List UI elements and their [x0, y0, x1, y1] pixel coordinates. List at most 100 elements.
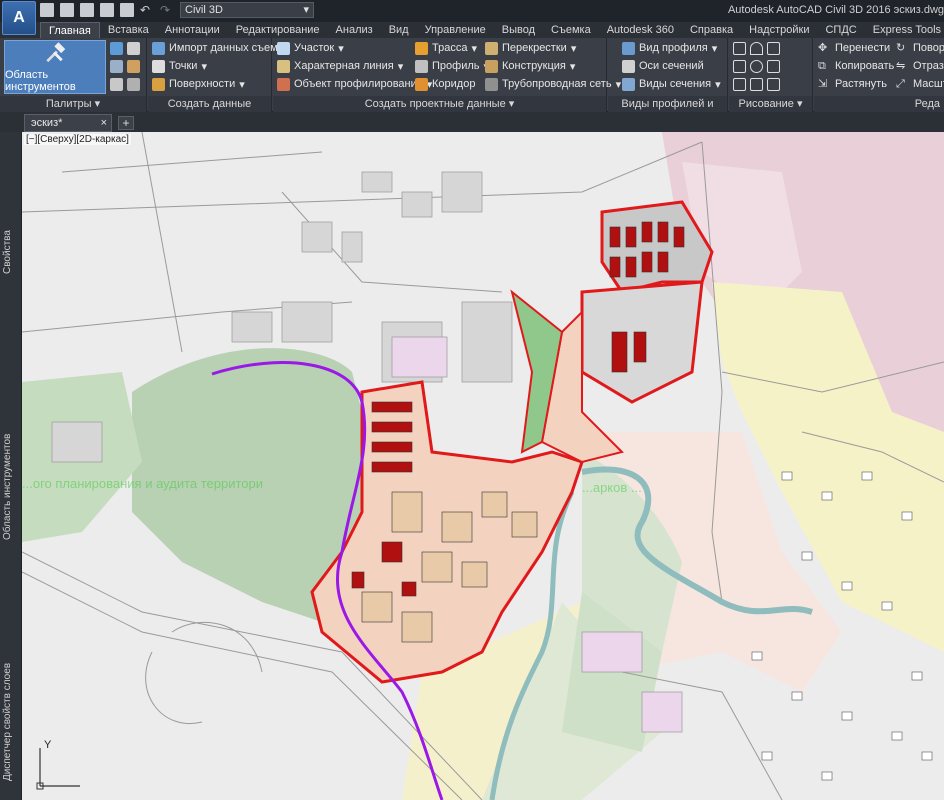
stretch-button[interactable]: ⇲ Растянуть: [818, 76, 887, 92]
surfaces-button[interactable]: Поверхности ▾: [152, 76, 245, 92]
panel-label-profiles[interactable]: Виды профилей и сечений: [608, 96, 727, 126]
import-survey-button[interactable]: Импорт данных съемки: [152, 40, 289, 56]
tab-10[interactable]: Справка: [682, 22, 741, 38]
copy-button[interactable]: ⧉ Копировать: [818, 58, 894, 74]
sample-lines-button[interactable]: Оси сечений: [622, 58, 704, 74]
tab-7[interactable]: Вывод: [494, 22, 543, 38]
ribbon: Область инструментов Палитры ▾ Импорт да…: [0, 38, 944, 126]
application-menu-button[interactable]: A: [2, 1, 36, 35]
grading-button[interactable]: Объект профилирования ▾: [277, 76, 432, 92]
palette-btn-1[interactable]: [110, 40, 140, 56]
side-tab-layer-manager[interactable]: Диспетчер свойств слоев: [2, 652, 20, 792]
tab-3[interactable]: Редактирование: [228, 22, 328, 38]
panel-design-data: Участок ▾ Характерная линия ▾ Объект про…: [273, 38, 621, 112]
title-bar: ↶ ↷ Civil 3D ▾ Autodesk AutoCAD Civil 3D …: [0, 0, 944, 22]
window-title: Autodesk AutoCAD Civil 3D 2016 эскиз.dwg: [727, 4, 944, 16]
arc-icon: [750, 41, 763, 55]
prospector-icon: [110, 41, 123, 55]
side-tab-properties[interactable]: Свойства: [2, 212, 20, 292]
panel-profile-views: Вид профиля ▾ Оси сечений Виды сечения ▾…: [608, 38, 728, 126]
grading-icon: [277, 77, 290, 91]
save-icon[interactable]: [80, 3, 94, 17]
panel-draw: Рисование ▾: [729, 38, 813, 112]
toolspace-button[interactable]: Область инструментов: [4, 40, 106, 94]
profile-button[interactable]: Профиль ▾: [415, 58, 489, 74]
draw-row-1[interactable]: [733, 40, 780, 56]
watermark-right: ...арков ...: [582, 480, 642, 495]
document-tabs: эскиз* × +: [0, 112, 944, 132]
surface-icon: [152, 77, 165, 91]
undo-icon[interactable]: ↶: [140, 3, 154, 17]
palette-btn-3[interactable]: [110, 76, 140, 92]
mirror-button[interactable]: ⇋Отразить: [896, 58, 944, 74]
feature-line-icon: [277, 59, 290, 73]
profile-icon: [415, 59, 428, 73]
properties-icon: [127, 77, 140, 91]
profile-view-button[interactable]: Вид профиля ▾: [622, 40, 717, 56]
move-button[interactable]: ✥ Перенести: [818, 40, 890, 56]
assembly-button[interactable]: Конструкция ▾: [485, 58, 575, 74]
feature-line-button[interactable]: Характерная линия ▾: [277, 58, 403, 74]
points-button[interactable]: Точки ▾: [152, 58, 207, 74]
rotate-button[interactable]: ↻Поворот: [896, 40, 944, 56]
toolbox-icon: [127, 59, 140, 73]
corridor-button[interactable]: Коридор: [415, 76, 475, 92]
palette-btn-2[interactable]: [110, 58, 140, 74]
open-icon[interactable]: [60, 3, 74, 17]
scale-icon: ⤢: [896, 77, 905, 90]
parcel-icon: [277, 41, 290, 55]
alignment-icon: [415, 41, 428, 55]
pipe-network-button[interactable]: Трубопроводная сеть ▾: [485, 76, 621, 92]
tab-8[interactable]: Съемка: [543, 22, 599, 38]
tab-0[interactable]: Главная: [40, 22, 100, 38]
panel-label-design[interactable]: Создать проектные данные ▾: [273, 96, 606, 112]
panel-label-draw[interactable]: Рисование ▾: [729, 96, 812, 112]
ribbon-tabs: Главная Вставка Аннотации Редактирование Ана…: [40, 22, 944, 38]
tab-2[interactable]: Аннотации: [157, 22, 228, 38]
drawing-viewport[interactable]: ...ого планирования и аудита территори .…: [22, 132, 944, 800]
new-tab-button[interactable]: +: [118, 116, 134, 130]
side-tab-toolspace[interactable]: Область инструментов: [2, 432, 20, 542]
viewport-controls[interactable]: [−][Сверху][2D-каркас]: [24, 134, 131, 145]
stretch-icon: ⇲: [818, 77, 828, 90]
parcel-button[interactable]: Участок ▾: [277, 40, 344, 56]
panel-label-palettes[interactable]: Палитры ▾: [0, 96, 146, 112]
tab-13[interactable]: Express Tools: [865, 22, 944, 38]
alignment-button[interactable]: Трасса ▾: [415, 40, 477, 56]
rotate-icon: ↻: [896, 41, 906, 54]
intersections-button[interactable]: Перекрестки ▾: [485, 40, 576, 56]
workspace-select[interactable]: Civil 3D ▾: [180, 2, 314, 18]
mirror-icon: ⇋: [896, 59, 906, 72]
panel-label-modify[interactable]: Реда: [814, 96, 944, 112]
import-icon: [152, 41, 165, 55]
saveas-icon[interactable]: [100, 3, 114, 17]
tab-6[interactable]: Управление: [417, 22, 494, 38]
circle-icon: [750, 59, 763, 73]
tab-11[interactable]: Надстройки: [741, 22, 817, 38]
survey-icon: [110, 77, 123, 91]
ucs-icon: Y: [36, 739, 80, 790]
new-icon[interactable]: [40, 3, 54, 17]
tab-1[interactable]: Вставка: [100, 22, 157, 38]
panel-label-ground[interactable]: Создать данные рельефа ▾: [148, 96, 271, 126]
tab-5[interactable]: Вид: [381, 22, 417, 38]
pipe-icon: [485, 77, 498, 91]
profile-view-icon: [622, 41, 635, 55]
panel-palettes: Область инструментов Палитры ▾: [0, 38, 147, 112]
draw-row-2[interactable]: [733, 58, 780, 74]
tab-4[interactable]: Анализ: [328, 22, 381, 38]
tab-9[interactable]: Autodesk 360: [599, 22, 682, 38]
scale-button[interactable]: ⤢Масштаб: [896, 76, 944, 92]
hatch-icon: [750, 77, 763, 91]
intersection-icon: [485, 41, 498, 55]
draw-row-3[interactable]: [733, 76, 780, 92]
tab-12[interactable]: СПДС: [817, 22, 864, 38]
print-icon[interactable]: [120, 3, 134, 17]
panorama-icon: [110, 59, 123, 73]
drawing-canvas[interactable]: ...ого планирования и аудита территори .…: [22, 132, 944, 800]
panel-modify: ✥ Перенести ⧉ Копировать ⇲ Растянуть ↻ Повор…: [814, 38, 944, 112]
close-icon[interactable]: ×: [101, 115, 107, 131]
section-views-button[interactable]: Виды сечения ▾: [622, 76, 721, 92]
redo-icon[interactable]: ↷: [160, 3, 174, 17]
document-tab-sketch[interactable]: эскиз* ×: [24, 114, 112, 132]
